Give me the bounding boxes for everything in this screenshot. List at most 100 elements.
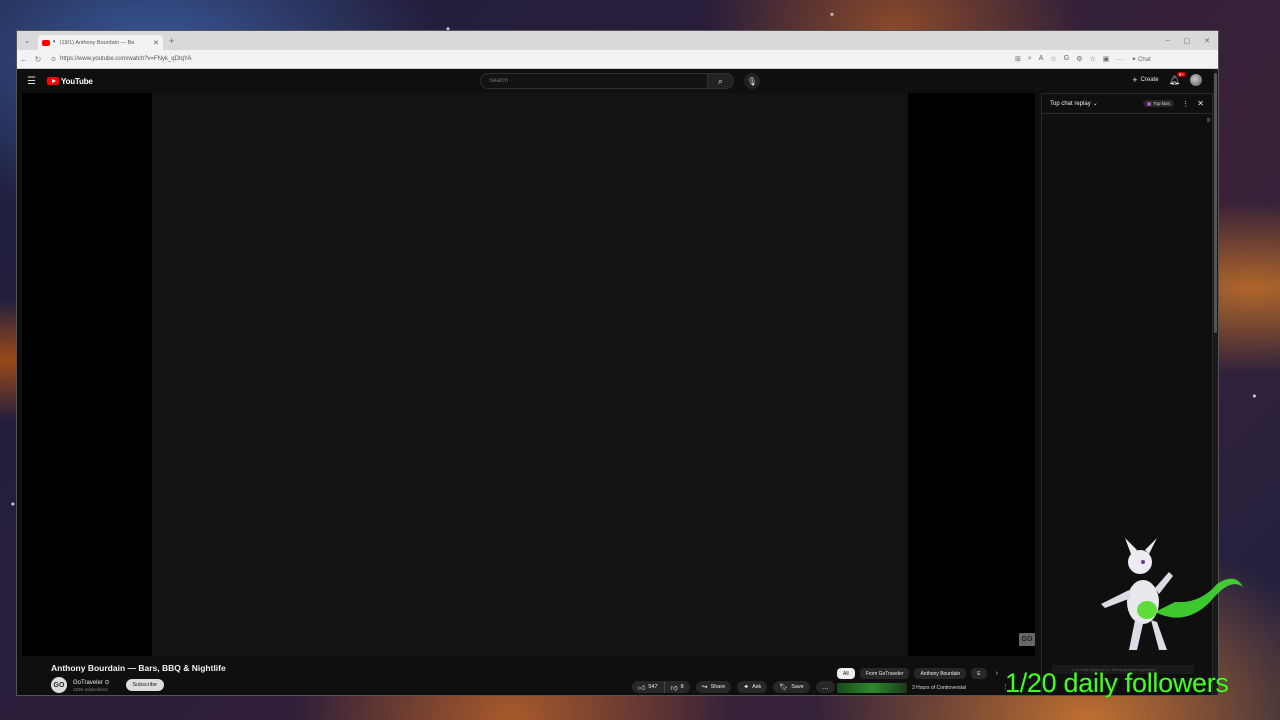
chip-from-channel[interactable]: From GoTraveler bbox=[859, 668, 910, 679]
new-tab-button[interactable]: + bbox=[169, 36, 174, 46]
channel-watermark[interactable]: GO bbox=[1019, 633, 1035, 646]
tab-list-dropdown-icon[interactable]: ⌄ bbox=[20, 34, 34, 48]
channel-name[interactable]: GoTraveler ⊙ bbox=[73, 679, 110, 686]
ask-button[interactable]: ✦ Ask bbox=[737, 681, 768, 693]
notification-badge: 9+ bbox=[1176, 71, 1186, 77]
bookmark-icon: 🔖︎ bbox=[779, 684, 789, 691]
chat-header: Top chat replay ⌄ Top fans ⋮ ✕ bbox=[1042, 94, 1212, 114]
url-field[interactable]: ⊙ https://www.youtube.com/watch?v=FNyk_q… bbox=[51, 53, 1011, 65]
thumbs-up-icon: 👍︎ bbox=[638, 684, 646, 692]
share-label: Share bbox=[710, 684, 726, 690]
create-button[interactable]: + Create bbox=[1132, 75, 1158, 85]
recommendation-thumbnail[interactable] bbox=[837, 683, 907, 693]
more-options-icon[interactable]: ⋮ bbox=[1182, 100, 1189, 108]
mascot-arm-right bbox=[1155, 572, 1173, 594]
microphone-icon[interactable]: 🎙︎ bbox=[744, 73, 760, 89]
video-frame[interactable] bbox=[152, 93, 908, 656]
menu-icon[interactable]: ☰ bbox=[27, 76, 41, 87]
top-fans-label: Top fans bbox=[1153, 101, 1171, 106]
mascot-arm-left bbox=[1101, 590, 1131, 608]
like-count: 547 bbox=[648, 684, 658, 690]
collections-icon[interactable]: ▣ bbox=[1103, 55, 1110, 63]
favorites-bar-icon[interactable]: ☆ bbox=[1089, 55, 1095, 63]
recommendation-chips: All From GoTraveler Anthony Bourdain E › bbox=[837, 668, 998, 679]
copilot-label: Chat bbox=[1138, 56, 1151, 63]
more-actions-button[interactable]: … bbox=[815, 681, 835, 693]
browser-menu-icon[interactable]: … bbox=[1116, 55, 1123, 63]
share-icon: ↪ bbox=[701, 684, 708, 691]
extension-g-icon[interactable]: G bbox=[1064, 55, 1069, 63]
mascot-overlay bbox=[1101, 538, 1243, 650]
chevron-right-icon[interactable]: › bbox=[996, 670, 998, 677]
maximize-icon[interactable]: ▢ bbox=[1184, 37, 1191, 45]
page-scrollbar-thumb[interactable] bbox=[1214, 73, 1217, 333]
favorite-icon[interactable]: ☆ bbox=[1050, 55, 1056, 63]
more-horizontal-icon: … bbox=[821, 683, 829, 691]
reload-icon[interactable]: ↻ bbox=[31, 55, 45, 64]
subscribe-button[interactable]: Subscribe bbox=[125, 679, 164, 691]
window-controls: – ▢ ✕ bbox=[1166, 37, 1210, 45]
youtube-logo[interactable]: YouTube bbox=[47, 77, 93, 86]
zoom-icon[interactable]: ⌕ bbox=[1028, 55, 1032, 63]
mascot-eye bbox=[1141, 560, 1145, 564]
site-info-icon[interactable]: ⊙ bbox=[51, 56, 56, 63]
channel-row: GO GoTraveler ⊙ 153K subscribers Subscri… bbox=[51, 677, 164, 693]
mascot-leg-right bbox=[1151, 620, 1167, 650]
plus-icon: + bbox=[1132, 75, 1138, 85]
youtube-logo-text: YouTube bbox=[61, 76, 93, 86]
extension-icons: ⊞ ⌕ A ☆ G ⚙ ☆ ▣ … bbox=[1015, 55, 1123, 63]
recommendation-title[interactable]: 3 Hours of Controversial bbox=[912, 685, 966, 691]
back-icon[interactable]: ← bbox=[17, 55, 31, 64]
url-text: https://www.youtube.com/watch?v=FNyk_qDt… bbox=[60, 56, 192, 62]
channel-name-text: GoTraveler bbox=[73, 679, 103, 686]
browser-window: ⌄ 🔈︎ (19/1) Anthony Bourdain — Ba ✕ + – … bbox=[16, 30, 1219, 696]
share-button[interactable]: ↪ Share bbox=[695, 681, 732, 693]
chip-all[interactable]: All bbox=[837, 668, 855, 679]
notifications-bell-icon[interactable]: 🔔︎ 9+ bbox=[1169, 71, 1186, 86]
chip-more[interactable]: E bbox=[971, 668, 987, 679]
chat-title: Top chat replay bbox=[1050, 100, 1091, 107]
mascot-belly bbox=[1137, 601, 1157, 619]
sparkle-icon: ✦ bbox=[743, 684, 750, 691]
close-chat-icon[interactable]: ✕ bbox=[1197, 99, 1204, 108]
verified-icon: ⊙ bbox=[104, 679, 110, 686]
app-icon[interactable]: ⊞ bbox=[1015, 55, 1021, 63]
thumbs-down-icon: 👎︎ bbox=[670, 684, 678, 692]
read-aloud-icon[interactable]: A bbox=[1039, 55, 1044, 63]
like-button[interactable]: 👍︎ 547 bbox=[632, 681, 665, 693]
search-bar: ⌕ 🎙︎ bbox=[480, 73, 760, 89]
ask-label: Ask bbox=[752, 684, 762, 690]
masthead-actions: + Create 🔔︎ 9+ bbox=[1132, 71, 1202, 86]
top-fans-icon bbox=[1147, 101, 1152, 106]
speaker-icon[interactable]: 🔈︎ bbox=[53, 39, 57, 46]
create-label: Create bbox=[1140, 77, 1159, 83]
chip-anthony-bourdain[interactable]: Anthony Bourdain bbox=[914, 668, 967, 679]
channel-avatar[interactable]: GO bbox=[51, 677, 67, 693]
minimize-icon[interactable]: – bbox=[1166, 37, 1170, 45]
search-icon[interactable]: ⌕ bbox=[708, 73, 734, 89]
subscriber-count: 153K subscribers bbox=[73, 686, 108, 692]
chevron-down-icon: ⌄ bbox=[1092, 101, 1098, 107]
save-label: Save bbox=[791, 684, 804, 690]
chat-mode-dropdown[interactable]: Top chat replay ⌄ bbox=[1050, 100, 1098, 108]
search-input[interactable] bbox=[480, 73, 708, 89]
dislike-button[interactable]: 👎︎ 8 bbox=[664, 681, 690, 693]
dislike-count: 8 bbox=[680, 684, 684, 690]
channel-meta: GoTraveler ⊙ 153K subscribers bbox=[73, 679, 110, 692]
video-actions: 👍︎ 547 👎︎ 8 ↪ Share ✦ Ask 🔖︎ Save … bbox=[632, 681, 835, 693]
video-title: Anthony Bourdain — Bars, BBQ & Nightlife bbox=[51, 663, 226, 673]
tab-close-icon[interactable]: ✕ bbox=[153, 39, 159, 47]
copilot-button[interactable]: ✦ Chat bbox=[1131, 56, 1150, 63]
extension-icon[interactable]: ⚙ bbox=[1076, 55, 1082, 63]
copilot-icon: ✦ bbox=[1131, 56, 1137, 63]
browser-tab[interactable]: 🔈︎ (19/1) Anthony Bourdain — Ba ✕ bbox=[38, 35, 163, 50]
tab-bar: ⌄ 🔈︎ (19/1) Anthony Bourdain — Ba ✕ + – … bbox=[17, 31, 1218, 50]
chat-scrollbar[interactable] bbox=[1207, 118, 1210, 122]
account-avatar[interactable] bbox=[1190, 74, 1202, 86]
close-window-icon[interactable]: ✕ bbox=[1204, 37, 1210, 45]
save-button[interactable]: 🔖︎ Save bbox=[773, 681, 810, 693]
top-fans-button[interactable]: Top fans bbox=[1143, 100, 1175, 107]
tab-title: (19/1) Anthony Bourdain — Ba bbox=[59, 39, 135, 46]
youtube-logo-icon bbox=[47, 77, 59, 85]
video-player[interactable]: GO bbox=[22, 93, 1035, 656]
